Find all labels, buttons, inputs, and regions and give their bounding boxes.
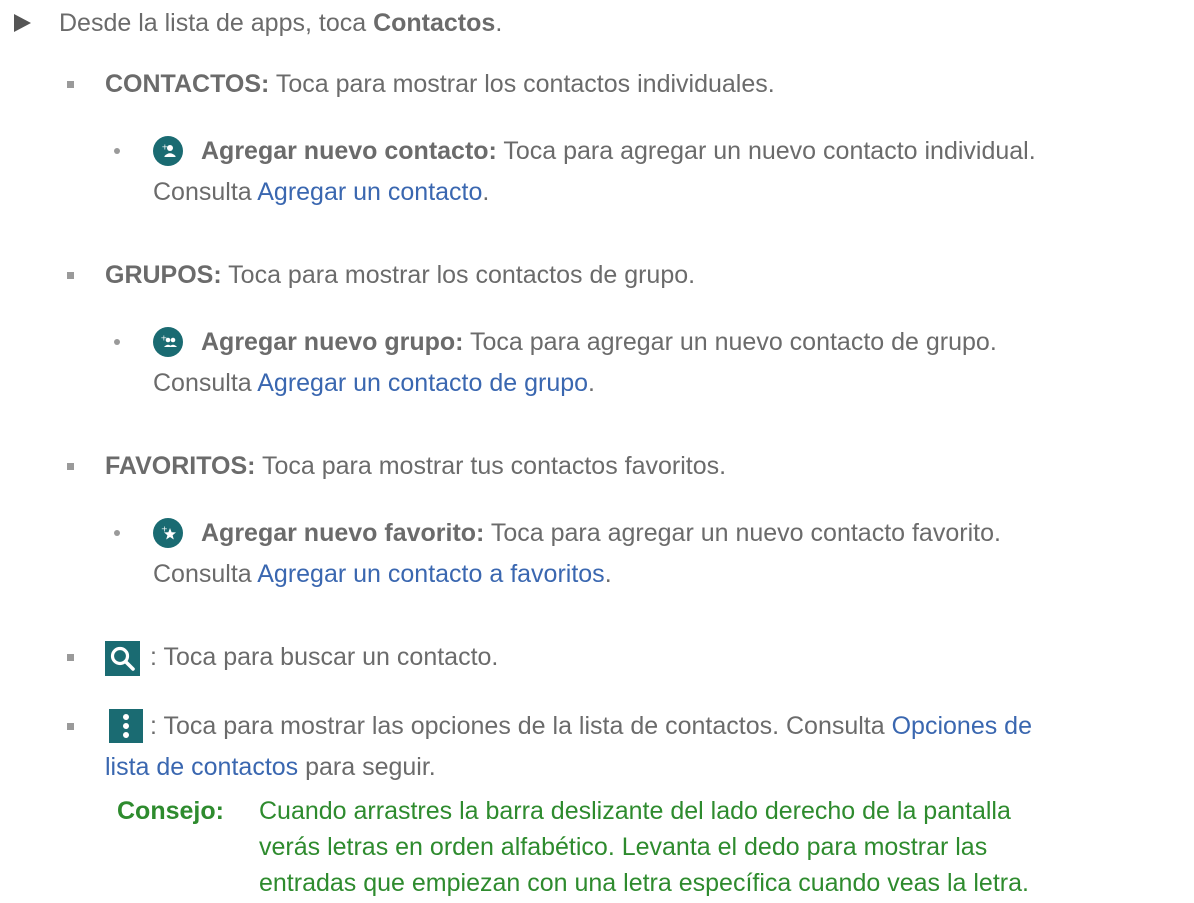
square-bullet	[67, 463, 74, 470]
square-bullet	[67, 272, 74, 279]
add-favorite-icon: +	[153, 518, 183, 548]
add-favorite-line1: Agregar nuevo favorito: Toca para agrega…	[201, 513, 1001, 553]
add-contact-line1: Agregar nuevo contacto: Toca para agrega…	[201, 131, 1036, 171]
step-arrow-icon	[14, 14, 31, 32]
more-vert-icon	[109, 709, 143, 743]
dot-bullet	[114, 148, 120, 154]
tip-line3: entradas que empiezan con una letra espe…	[259, 869, 1029, 897]
contactos-title: CONTACTOS:	[105, 70, 270, 98]
svg-text:+: +	[161, 525, 168, 534]
add-favorite-end: .	[604, 560, 612, 588]
menu-link-part2[interactable]: lista de contactos	[105, 753, 298, 781]
add-contact-title: Agregar nuevo contacto:	[201, 137, 497, 165]
add-group-line2: Consulta Agregar un contacto de grupo.	[153, 363, 595, 403]
menu-desc: : Toca para mostrar las opciones de la l…	[150, 712, 892, 740]
grupos-item: GRUPOS: Toca para mostrar los contactos …	[105, 255, 695, 295]
search-item: : Toca para buscar un contacto.	[150, 637, 498, 677]
add-group-desc: Toca para agregar un nuevo contacto de g…	[463, 328, 997, 356]
contactos-item: CONTACTOS: Toca para mostrar los contact…	[105, 64, 775, 104]
favoritos-desc: Toca para mostrar tus contactos favorito…	[255, 452, 727, 480]
intro-suffix: .	[495, 9, 503, 37]
intro-line: Desde la lista de apps, toca Contactos.	[59, 3, 502, 43]
favoritos-item: FAVORITOS: Toca para mostrar tus contact…	[105, 446, 726, 486]
menu-item-line2: lista de contactos para seguir.	[105, 747, 436, 787]
add-favorite-see: Consulta	[153, 560, 258, 588]
tip-line1: Cuando arrastres la barra deslizante del…	[259, 797, 1011, 825]
contactos-desc: Toca para mostrar los contactos individu…	[269, 70, 775, 98]
menu-end: para seguir.	[298, 753, 436, 781]
dot-bullet	[114, 339, 120, 345]
add-group-link[interactable]: Agregar un contacto de grupo	[257, 369, 588, 397]
search-desc: : Toca para buscar un contacto.	[150, 643, 499, 671]
tip-line2: verás letras en orden alfabético. Levant…	[259, 833, 988, 861]
add-group-icon: +	[153, 327, 183, 357]
add-favorite-desc: Toca para agregar un nuevo contacto favo…	[484, 519, 1001, 547]
dot-bullet	[114, 530, 120, 536]
square-bullet	[67, 723, 74, 730]
add-group-title: Agregar nuevo grupo:	[201, 328, 464, 356]
add-group-see: Consulta	[153, 369, 258, 397]
add-contact-desc: Toca para agregar un nuevo contacto indi…	[496, 137, 1036, 165]
square-bullet	[67, 81, 74, 88]
favoritos-title: FAVORITOS:	[105, 452, 256, 480]
menu-link-part1[interactable]: Opciones de	[892, 712, 1032, 740]
add-contact-end: .	[482, 178, 490, 206]
intro-text: Desde la lista de apps, toca	[59, 9, 374, 37]
add-favorite-title: Agregar nuevo favorito:	[201, 519, 485, 547]
add-contact-link[interactable]: Agregar un contacto	[257, 178, 482, 206]
menu-item-line1: : Toca para mostrar las opciones de la l…	[150, 706, 1032, 746]
add-group-line1: Agregar nuevo grupo: Toca para agregar u…	[201, 322, 997, 362]
add-contact-icon: +	[153, 136, 183, 166]
add-contact-see: Consulta	[153, 178, 258, 206]
app-name: Contactos	[373, 9, 496, 37]
grupos-desc: Toca para mostrar los contactos de grupo…	[221, 261, 696, 289]
add-favorite-line2: Consulta Agregar un contacto a favoritos…	[153, 554, 612, 594]
tip-label: Consejo:	[117, 797, 224, 825]
grupos-title: GRUPOS:	[105, 261, 222, 289]
square-bullet	[67, 654, 74, 661]
add-group-end: .	[588, 369, 595, 397]
add-favorite-link[interactable]: Agregar un contacto a favoritos	[257, 560, 604, 588]
add-contact-line2: Consulta Agregar un contacto.	[153, 172, 489, 212]
search-icon	[105, 641, 140, 676]
